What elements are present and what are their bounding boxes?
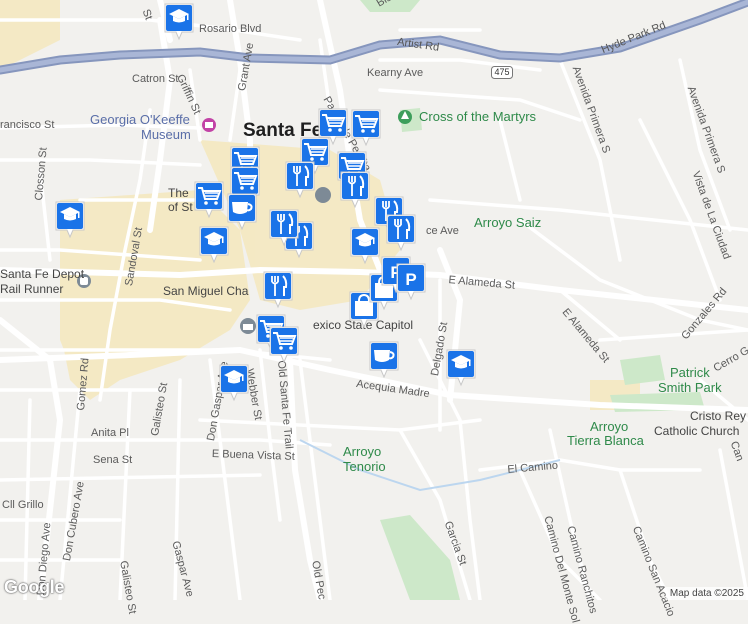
patrick-park-label-line1: Patrick xyxy=(670,365,710,380)
map-marker-school[interactable] xyxy=(54,200,86,240)
street-rosario: Rosario Blvd xyxy=(199,23,262,35)
map-marker-cafe[interactable] xyxy=(226,192,258,232)
map-marker-restaurant[interactable] xyxy=(268,208,300,248)
highway-shield: 475 xyxy=(491,66,513,79)
map-marker-school[interactable] xyxy=(218,363,250,403)
street-francisco: rancisco St xyxy=(0,119,55,131)
map-marker-grocery[interactable] xyxy=(350,108,382,148)
arroyo-tenorio-line2: Tenorio xyxy=(343,459,386,474)
cross-of-martyrs-icon xyxy=(398,110,412,124)
map-marker-restaurant[interactable] xyxy=(385,213,417,253)
museum-icon xyxy=(202,118,216,132)
highway-shield-number: 475 xyxy=(494,67,510,77)
map-marker-grocery[interactable] xyxy=(193,180,225,220)
san-miguel-label: San Miguel Cha xyxy=(163,284,249,298)
street-anita: Anita Pl xyxy=(91,427,129,439)
depot-label-line2: Rail Runner xyxy=(0,282,64,296)
arroyo-tenorio-line1: Arroyo xyxy=(343,444,382,459)
map-marker-school[interactable] xyxy=(445,348,477,388)
google-logo: Google xyxy=(4,577,65,597)
cristo-rey-label-line1: Cristo Rey xyxy=(690,409,747,423)
cross-of-martyrs-label: Cross of the Martyrs xyxy=(419,109,537,124)
arroyo-tierra-blanca-line1: Arroyo xyxy=(590,419,629,434)
museum-label-line1: Georgia O'Keeffe xyxy=(90,112,190,127)
svg-text:P: P xyxy=(405,270,416,289)
arroyo-saiz-label: Arroyo Saiz xyxy=(474,215,542,230)
map-marker-school[interactable] xyxy=(163,2,195,42)
the-st-label-line1: The xyxy=(168,186,189,200)
street-grillo: Cll Grillo xyxy=(2,499,44,511)
street-sena: Sena St xyxy=(93,454,133,466)
map-marker-restaurant[interactable] xyxy=(262,270,294,310)
capitol-icon xyxy=(240,318,256,334)
parking-icon: P xyxy=(405,270,416,289)
map-marker-restaurant[interactable] xyxy=(284,160,316,200)
the-st-label-line2: of St xyxy=(168,200,193,214)
patrick-park-label-line2: Smith Park xyxy=(658,380,722,395)
cristo-rey-label-line2: Catholic Church xyxy=(654,424,740,438)
street-kearny: Kearny Ave xyxy=(367,67,424,79)
map-marker-parking[interactable]: P xyxy=(395,262,427,302)
church-icon xyxy=(315,187,331,203)
map-marker-restaurant[interactable] xyxy=(339,170,371,210)
street-catron: Catron St xyxy=(132,73,179,85)
street-palace: ce Ave xyxy=(426,225,459,237)
arroyo-tierra-blanca-line2: Tierra Blanca xyxy=(567,433,644,448)
map-marker-cafe[interactable] xyxy=(368,340,400,380)
depot-label-line1: Santa Fe Depot xyxy=(0,267,85,281)
map-marker-grocery[interactable] xyxy=(268,325,300,365)
museum-label-line2: Museum xyxy=(141,127,191,142)
map-data-attribution[interactable]: Map data ©2025 xyxy=(665,587,748,600)
